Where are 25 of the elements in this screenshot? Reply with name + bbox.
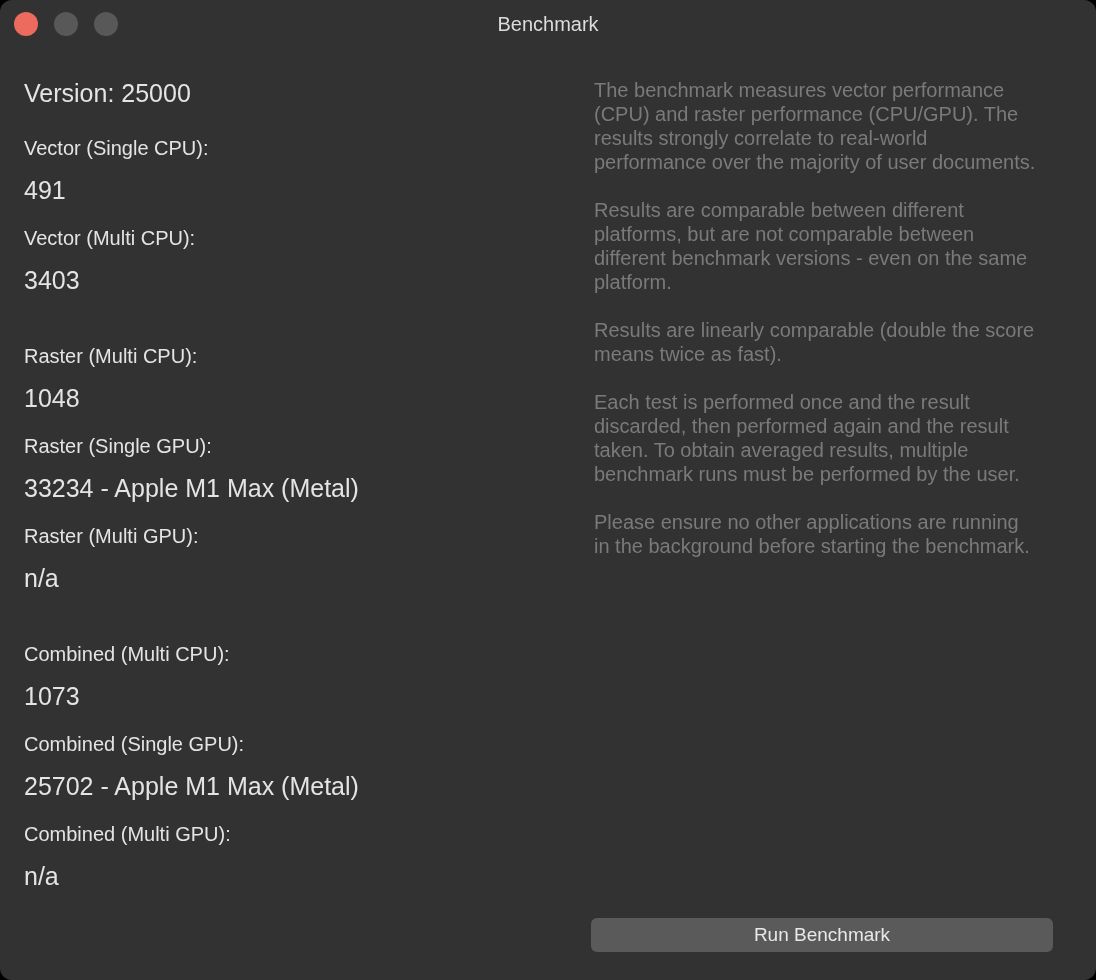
window-title: Benchmark [497, 12, 599, 37]
description-paragraph: Results are comparable between different platforms, but are not comparable between different benchmark versions - even on the same platform. [594, 198, 1029, 294]
result-value: n/a [24, 563, 60, 593]
description-paragraph: Results are linearly comparable (double the score means twice as fast). [594, 318, 1036, 366]
description-paragraph: Please ensure no other applications are running in the background before starting the benchmark. [594, 510, 1031, 558]
result-value: n/a [24, 861, 60, 891]
result-value: 491 [24, 175, 67, 205]
result-label: Combined (Single GPU): [24, 732, 246, 757]
close-button[interactable] [14, 12, 38, 36]
result-value: 1073 [24, 681, 81, 711]
result-value: 33234 - Apple M1 Max (Metal) [24, 473, 360, 503]
result-value: 25702 - Apple M1 Max (Metal) [24, 771, 360, 801]
run-benchmark-button[interactable]: Run Benchmark [591, 918, 1053, 952]
result-value: 1048 [24, 383, 81, 413]
description-paragraph: The benchmark measures vector performance (CPU) and raster performance (CPU/GPU). The results strongly correlate to real-world performance over the majority of user documents. [594, 78, 1037, 174]
result-label: Combined (Multi CPU): [24, 642, 231, 667]
version-text: Version: 25000 [24, 78, 192, 108]
result-label: Raster (Multi CPU): [24, 344, 199, 369]
result-label: Raster (Single GPU): [24, 434, 213, 459]
result-label: Vector (Multi CPU): [24, 226, 197, 251]
result-value: 3403 [24, 265, 81, 295]
result-label: Raster (Multi GPU): [24, 524, 200, 549]
result-label: Combined (Multi GPU): [24, 822, 232, 847]
result-label: Vector (Single CPU): [24, 136, 210, 161]
description-paragraph: Each test is performed once and the result discarded, then performed again and the result taken. To obtain averaged results, multiple benchmark runs must be performed by the user. [594, 390, 1021, 486]
